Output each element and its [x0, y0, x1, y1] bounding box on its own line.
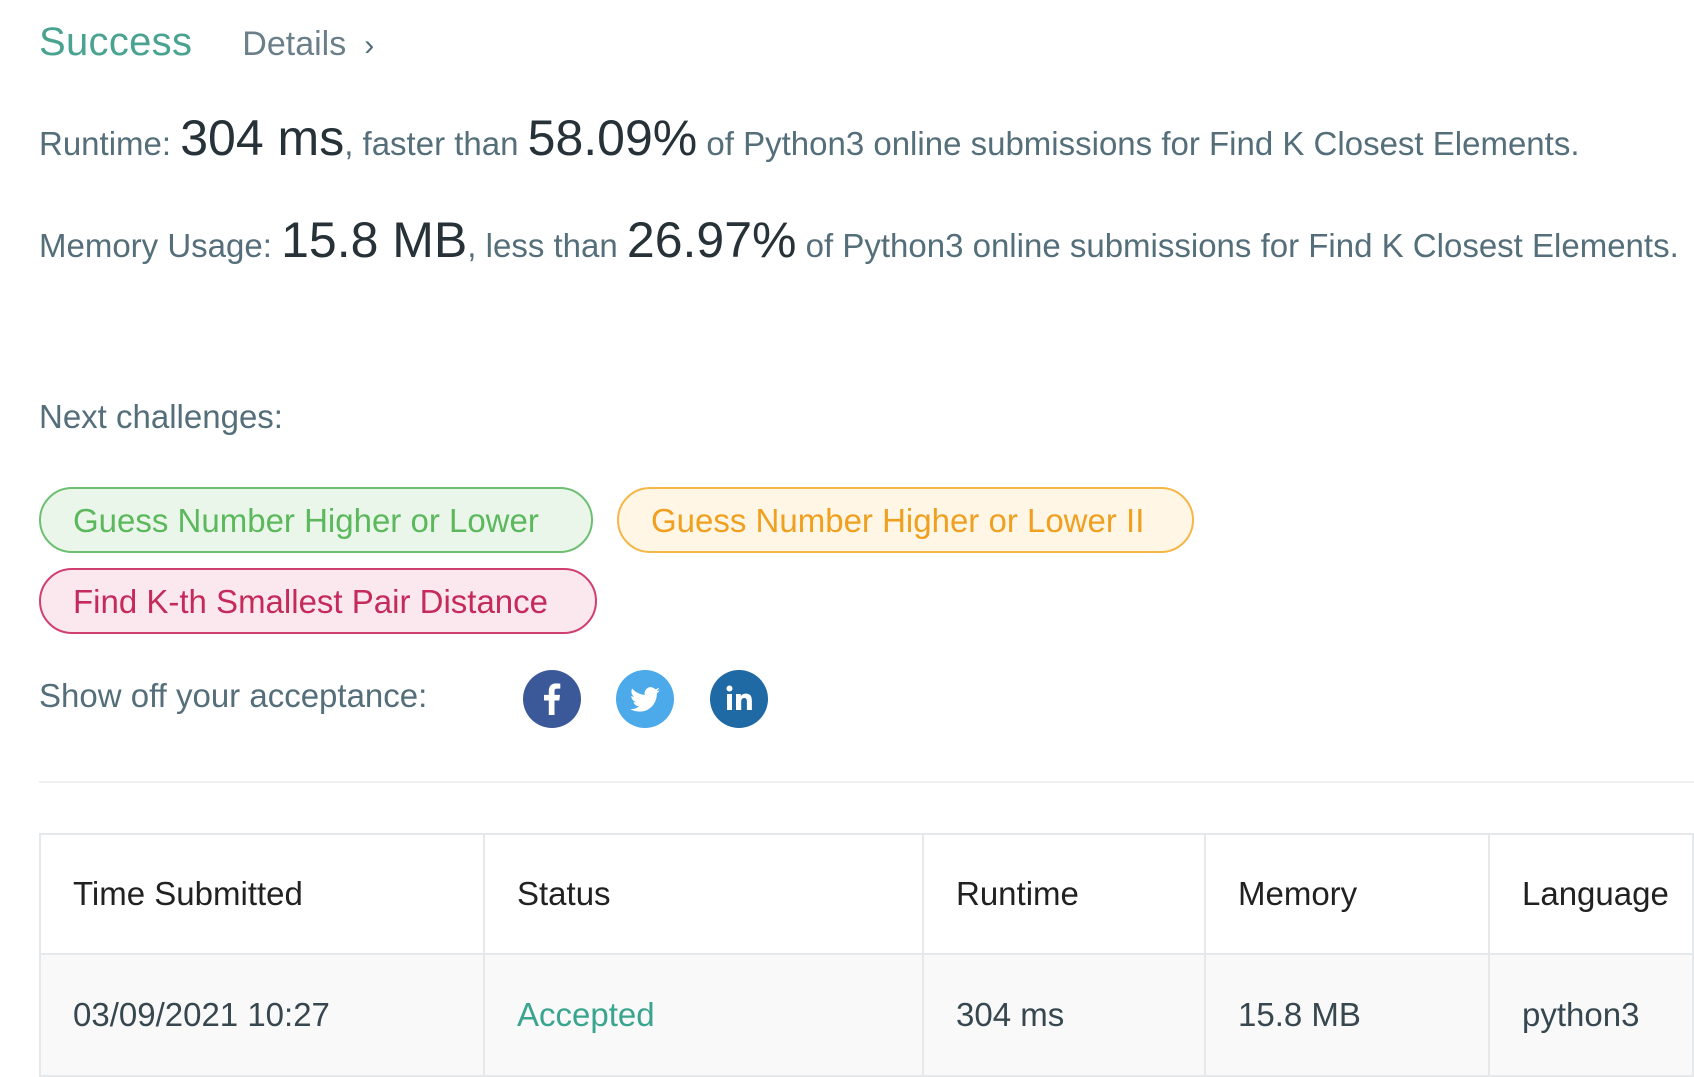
- column-header-language[interactable]: Language: [1488, 833, 1694, 955]
- runtime-summary: Runtime: 304 ms, faster than 58.09% of P…: [39, 111, 1679, 171]
- result-header: Success Details ›: [39, 20, 374, 65]
- runtime-value: 304 ms: [180, 110, 345, 166]
- details-link[interactable]: Details ›: [242, 25, 374, 64]
- cell-memory: 15.8 MB: [1204, 953, 1490, 1077]
- cell-time-submitted: 03/09/2021 10:27: [39, 953, 485, 1077]
- share-label: Show off your acceptance:: [39, 677, 428, 714]
- submissions-table: Time Submitted Status Runtime Memory Lan…: [39, 833, 1694, 1077]
- chevron-right-icon: ›: [364, 29, 375, 62]
- runtime-comparison: , faster than: [344, 125, 519, 162]
- column-header-runtime[interactable]: Runtime: [922, 833, 1206, 955]
- memory-label: Memory Usage:: [39, 227, 272, 264]
- cell-runtime: 304 ms: [922, 953, 1206, 1077]
- column-header-status[interactable]: Status: [483, 833, 924, 955]
- memory-summary: Memory Usage: 15.8 MB, less than 26.97% …: [39, 213, 1679, 273]
- column-header-memory[interactable]: Memory: [1204, 833, 1490, 955]
- memory-suffix: of Python3 online submissions for Find K…: [805, 227, 1679, 264]
- memory-value: 15.8 MB: [281, 212, 468, 268]
- table-row: 03/09/2021 10:27 Accepted 304 ms 15.8 MB…: [39, 953, 1694, 1077]
- runtime-label: Runtime:: [39, 125, 172, 162]
- memory-percentile: 26.97%: [626, 212, 797, 268]
- memory-comparison: , less than: [467, 227, 618, 264]
- challenge-pill-medium[interactable]: Guess Number Higher or Lower II: [617, 487, 1194, 553]
- next-challenges-label: Next challenges:: [39, 398, 283, 435]
- cell-status-link[interactable]: Accepted: [483, 953, 924, 1077]
- column-header-time-submitted[interactable]: Time Submitted: [39, 833, 485, 955]
- facebook-icon[interactable]: [523, 670, 581, 728]
- linkedin-icon[interactable]: [710, 670, 768, 728]
- section-divider: [39, 781, 1694, 783]
- cell-language: python3: [1488, 953, 1694, 1077]
- status-title: Success: [39, 20, 193, 64]
- challenge-pill-easy[interactable]: Guess Number Higher or Lower: [39, 487, 593, 553]
- runtime-suffix: of Python3 online submissions for Find K…: [706, 125, 1580, 162]
- details-link-label: Details: [242, 25, 347, 63]
- twitter-icon[interactable]: [616, 670, 674, 728]
- challenge-pill-hard[interactable]: Find K-th Smallest Pair Distance: [39, 568, 597, 634]
- runtime-percentile: 58.09%: [527, 110, 698, 166]
- table-header-row: Time Submitted Status Runtime Memory Lan…: [39, 833, 1694, 955]
